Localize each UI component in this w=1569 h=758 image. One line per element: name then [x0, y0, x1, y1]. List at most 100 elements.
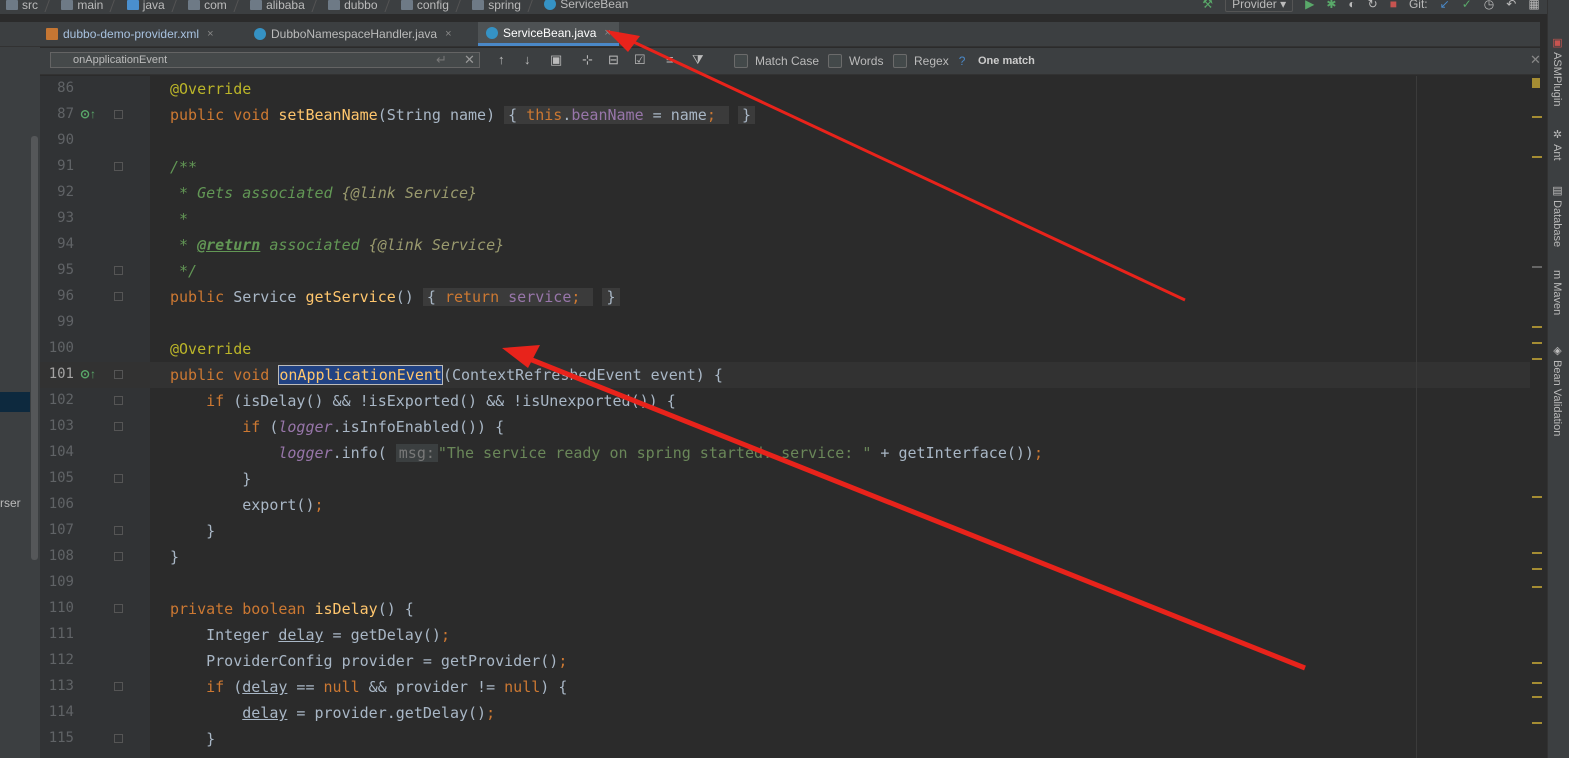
breadcrumb-java[interactable]: java — [121, 0, 178, 12]
stripe-marker[interactable] — [1532, 722, 1542, 724]
code-line-105[interactable]: } — [170, 466, 251, 492]
next-occurrence-icon[interactable]: ↓ — [524, 52, 531, 67]
code-line-87[interactable]: public void setBeanName(String name) { t… — [170, 102, 755, 128]
code-line-106[interactable]: export(); — [170, 492, 323, 518]
stripe-marker[interactable] — [1532, 266, 1542, 268]
stripe-marker[interactable] — [1532, 586, 1542, 588]
run-configuration-select[interactable]: Provider ▾ — [1225, 0, 1294, 12]
code-line-115[interactable]: } — [170, 726, 215, 752]
tab-dubbo-demo-provider-xml[interactable]: dubbo-demo-provider.xml × — [46, 22, 214, 46]
coverage-icon[interactable]: ◐ — [1348, 0, 1355, 11]
code-line-104[interactable]: logger.info( msg: "The service ready on s… — [170, 440, 1043, 466]
checkbox-box[interactable] — [734, 54, 748, 68]
stripe-marker[interactable] — [1532, 552, 1542, 554]
breadcrumb-spring[interactable]: spring — [466, 0, 534, 12]
clear-search-icon[interactable]: ✕ — [464, 52, 475, 68]
stripe-marker[interactable] — [1532, 682, 1542, 684]
breadcrumb-src[interactable]: src — [0, 0, 51, 12]
stripe-status-marker[interactable] — [1532, 78, 1540, 88]
close-icon[interactable]: × — [604, 27, 610, 39]
context-menu-icon[interactable]: ≡ — [666, 52, 674, 67]
fold-toggle-icon[interactable] — [114, 552, 123, 561]
debug-icon[interactable]: ✱ — [1326, 0, 1336, 11]
tab-dubbo-namespace-handler[interactable]: DubboNamespaceHandler.java × — [254, 22, 452, 46]
code-line-91[interactable]: /** — [170, 154, 197, 180]
code-line-94[interactable]: * @return associated {@link Service} — [170, 232, 504, 258]
checkbox-box[interactable] — [828, 54, 842, 68]
code-line-110[interactable]: private boolean isDelay() { — [170, 596, 414, 622]
git-update-icon[interactable]: ↙ — [1440, 0, 1450, 11]
fold-toggle-icon[interactable] — [114, 604, 123, 613]
fold-toggle-icon[interactable] — [114, 682, 123, 691]
override-method-icon[interactable]: ⊙↑ — [80, 107, 96, 121]
breadcrumb-config[interactable]: config — [395, 0, 462, 12]
regex-checkbox[interactable]: Regex? — [893, 54, 965, 68]
find-in-window-icon[interactable]: ▣ — [550, 52, 562, 68]
code-line-100[interactable]: @Override — [170, 336, 251, 362]
run-icon[interactable]: ▶ — [1305, 0, 1314, 11]
breadcrumb-com[interactable]: com — [182, 0, 240, 12]
tool-ant[interactable]: ✲ Ant — [1551, 128, 1564, 161]
match-case-checkbox[interactable]: Match Case — [734, 54, 819, 68]
remove-occurrence-icon[interactable]: ⊟ — [608, 52, 619, 68]
search-match-highlight[interactable]: onApplicationEvent — [278, 365, 443, 385]
code-line-92[interactable]: * Gets associated {@link Service} — [170, 180, 477, 206]
code-line-113[interactable]: if (delay == null && provider != null) { — [170, 674, 567, 700]
fold-toggle-icon[interactable] — [114, 474, 123, 483]
checkbox-box[interactable] — [893, 54, 907, 68]
words-checkbox[interactable]: Words — [828, 54, 883, 68]
folded-block-end[interactable]: } — [602, 288, 620, 306]
project-tree-scrollbar[interactable] — [31, 136, 38, 560]
stripe-marker[interactable] — [1532, 326, 1542, 328]
filter-icon[interactable]: ⧩ — [692, 52, 704, 68]
fold-toggle-icon[interactable] — [114, 396, 123, 405]
stop-icon[interactable]: ■ — [1390, 0, 1397, 11]
fold-toggle-icon[interactable] — [114, 292, 123, 301]
error-stripe[interactable] — [1530, 76, 1542, 758]
breadcrumb-main[interactable]: main — [55, 0, 116, 12]
fold-toggle-icon[interactable] — [114, 110, 123, 119]
stripe-marker[interactable] — [1532, 568, 1542, 570]
fold-toggle-icon[interactable] — [114, 734, 123, 743]
tool-asmplugin[interactable]: ▣ ASMPlugin — [1551, 36, 1564, 106]
previous-occurrence-icon[interactable]: ↑ — [498, 52, 505, 67]
project-tree-item-label[interactable]: rser — [0, 496, 21, 510]
stripe-marker[interactable] — [1532, 662, 1542, 664]
code-line-101[interactable]: public void onApplicationEvent(ContextRe… — [170, 362, 723, 388]
project-structure-icon[interactable]: ▦ — [1528, 0, 1539, 11]
code-line-112[interactable]: ProviderConfig provider = getProvider(); — [170, 648, 567, 674]
tool-maven[interactable]: m Maven — [1551, 270, 1563, 315]
fold-toggle-icon[interactable] — [114, 370, 123, 379]
history-icon[interactable]: ◷ — [1484, 0, 1494, 11]
code-line-111[interactable]: Integer delay = getDelay(); — [170, 622, 450, 648]
fold-toggle-icon[interactable] — [114, 266, 123, 275]
newline-icon[interactable]: ↵ — [436, 52, 447, 68]
code-line-102[interactable]: if (isDelay() && !isExported() && !isUne… — [170, 388, 676, 414]
stripe-marker[interactable] — [1532, 342, 1542, 344]
profile-icon[interactable]: ↻ — [1368, 0, 1378, 11]
folded-block[interactable]: { return service; — [422, 288, 594, 306]
stripe-marker[interactable] — [1532, 496, 1542, 498]
code-line-96[interactable]: public Service getService() { return ser… — [170, 284, 620, 310]
code-line-86[interactable]: @Override — [170, 76, 251, 102]
build-hammer-icon[interactable]: ⚒ — [1202, 0, 1213, 11]
project-tree-selected-row[interactable] — [0, 392, 30, 412]
regex-help-link[interactable]: ? — [959, 54, 966, 68]
tool-bean-validation[interactable]: ◈ Bean Validation — [1551, 344, 1564, 436]
breadcrumb-alibaba[interactable]: alibaba — [244, 0, 318, 12]
close-icon[interactable]: × — [207, 28, 213, 40]
fold-toggle-icon[interactable] — [114, 526, 123, 535]
breadcrumb-servicebean[interactable]: ServiceBean — [538, 0, 628, 11]
override-method-icon[interactable]: ⊙↑ — [80, 367, 96, 381]
git-commit-icon[interactable]: ✓ — [1462, 0, 1472, 11]
close-find-bar-icon[interactable]: ✕ — [1530, 52, 1541, 68]
tab-service-bean[interactable]: ServiceBean.java × — [478, 22, 619, 46]
fold-toggle-icon[interactable] — [114, 422, 123, 431]
folded-block[interactable]: { this.beanName = name; — [504, 106, 729, 124]
stripe-marker[interactable] — [1532, 116, 1542, 118]
code-line-114[interactable]: delay = provider.getDelay(); — [170, 700, 495, 726]
code-line-93[interactable]: * — [170, 206, 188, 232]
stripe-marker[interactable] — [1532, 696, 1542, 698]
code-line-95[interactable]: */ — [170, 258, 197, 284]
add-occurrence-icon[interactable]: ⊹ — [582, 52, 593, 68]
